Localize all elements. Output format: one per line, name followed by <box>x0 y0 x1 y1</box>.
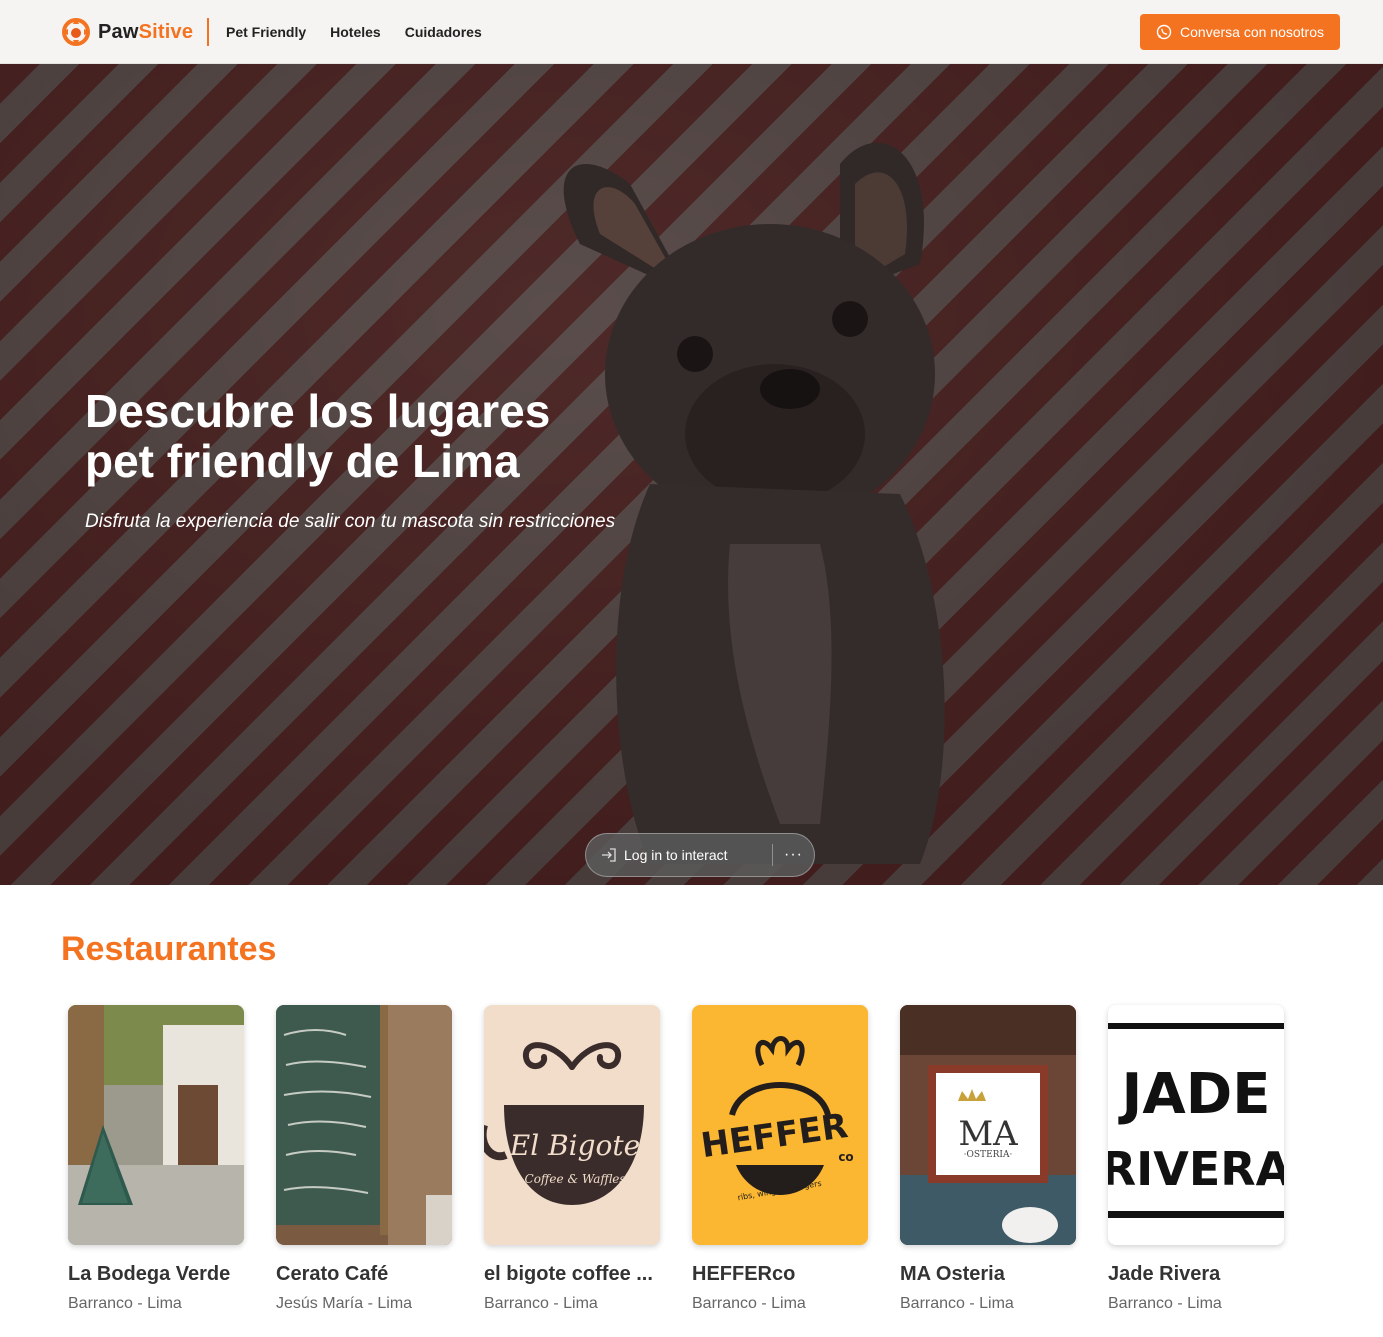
login-button[interactable]: Log in to interact <box>586 846 772 864</box>
svg-text:El Bigote: El Bigote <box>509 1129 640 1162</box>
restaurant-image <box>276 1005 452 1245</box>
header-divider <box>207 18 209 46</box>
hero-banner: Descubre los lugares pet friendly de Lima… <box>0 64 1383 885</box>
restaurant-name: MA Osteria <box>900 1263 1005 1285</box>
restaurant-location: Jesús María - Lima <box>276 1295 413 1312</box>
restaurant-list: La Bodega Verde Barranco - Lima Cerato C… <box>68 1005 1298 1325</box>
restaurant-location: Barranco - Lima <box>68 1295 182 1312</box>
restaurant-image: MA ·OSTERIA· <box>900 1005 1076 1245</box>
login-pill: Log in to interact ··· <box>585 833 815 877</box>
restaurant-location: Barranco - Lima <box>1108 1295 1222 1312</box>
brand-logo[interactable]: PawSitive <box>60 16 193 48</box>
ma-osteria-logo: MA ·OSTERIA· <box>900 1005 1076 1245</box>
bigote-logo: El Bigote Coffee & Waffles <box>484 1042 644 1205</box>
svg-text:MA: MA <box>958 1114 1018 1154</box>
restaurant-location: Barranco - Lima <box>484 1295 598 1312</box>
restaurant-name: Cerato Café <box>276 1263 389 1285</box>
svg-text:Coffee & Waffles: Coffee & Waffles <box>525 1172 626 1186</box>
restaurant-location: Barranco - Lima <box>900 1295 1014 1312</box>
whatsapp-icon <box>1156 24 1172 40</box>
heffer-logo: HEFFER co ribs, wings & burgers <box>699 1036 854 1202</box>
restaurants-title: Restaurantes <box>61 930 277 968</box>
restaurant-image: El Bigote Coffee & Waffles <box>484 1005 660 1245</box>
nav-pet-friendly[interactable]: Pet Friendly <box>226 24 306 40</box>
restaurant-card[interactable]: Cerato Café Jesús María - Lima <box>276 1005 452 1313</box>
main-nav: Pet Friendly Hoteles Cuidadores <box>226 0 482 64</box>
more-options-button[interactable]: ··· <box>773 846 814 864</box>
login-arrow-icon <box>602 848 616 862</box>
restaurant-card[interactable]: La Bodega Verde Barranco - Lima <box>68 1005 244 1313</box>
svg-text:JADE: JADE <box>1118 1062 1271 1127</box>
conversa-button[interactable]: Conversa con nosotros <box>1140 14 1340 50</box>
nav-hoteles[interactable]: Hoteles <box>330 24 381 40</box>
hero-title: Descubre los lugares pet friendly de Lima <box>85 385 551 487</box>
paw-logo-icon <box>62 18 90 46</box>
restaurant-image: HEFFER co ribs, wings & burgers <box>692 1005 868 1245</box>
restaurant-card[interactable]: MA ·OSTERIA· MA Osteria Barranco - Lima <box>900 1005 1076 1313</box>
restaurant-image: JADE RIVERA <box>1108 1005 1284 1245</box>
brand-name: PawSitive <box>98 20 194 43</box>
restaurant-card[interactable]: HEFFER co ribs, wings & burgers HEFFERco… <box>692 1005 868 1313</box>
svg-text:·OSTERIA·: ·OSTERIA· <box>964 1150 1013 1160</box>
svg-text:RIVERA: RIVERA <box>1108 1142 1284 1196</box>
restaurant-card[interactable]: El Bigote Coffee & Waffles el bigote cof… <box>484 1005 660 1313</box>
restaurant-card[interactable]: JADE RIVERA Jade Rivera Barranco - Lima <box>1108 1005 1284 1313</box>
svg-text:co: co <box>838 1150 853 1164</box>
top-header: PawSitive Pet Friendly Hoteles Cuidadore… <box>0 0 1383 64</box>
restaurant-name: el bigote coffee ... <box>484 1263 653 1285</box>
restaurant-image <box>68 1005 244 1245</box>
restaurant-name: HEFFERco <box>692 1263 796 1285</box>
svg-text:HEFFER: HEFFER <box>699 1106 851 1166</box>
restaurant-name: La Bodega Verde <box>68 1263 231 1285</box>
nav-cuidadores[interactable]: Cuidadores <box>405 24 482 40</box>
restaurant-location: Barranco - Lima <box>692 1295 806 1312</box>
restaurant-name: Jade Rivera <box>1108 1263 1221 1285</box>
jade-rivera-logo: JADE RIVERA <box>1108 1023 1284 1218</box>
hero-subtitle: Disfruta la experiencia de salir con tu … <box>85 511 616 532</box>
